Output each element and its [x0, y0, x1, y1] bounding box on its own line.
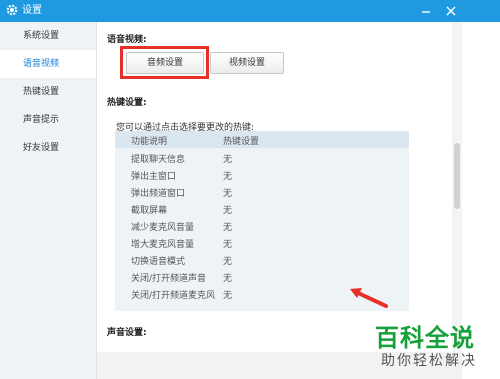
settings-sidebar: 系统设置 语音视频 热键设置 声音提示 好友设置	[0, 22, 97, 379]
row-function: 增大麦克风音量	[131, 240, 195, 250]
column-header-function: 功能说明	[131, 137, 168, 147]
gear-icon	[6, 4, 18, 16]
sidebar-item-system[interactable]: 系统设置	[0, 22, 96, 50]
row-function: 关闭/打开频道麦克风	[131, 291, 216, 301]
column-header-hotkey: 热键设置	[223, 137, 260, 147]
table-row[interactable]: 弹出频道窗口 无	[115, 183, 409, 200]
table-row[interactable]: 增大麦克风音量 无	[115, 234, 409, 251]
watermark-logo: 百科全说 助你轻松解决	[370, 316, 500, 379]
hotkeys-title: 热键设置:	[107, 98, 147, 108]
row-hotkey: 无	[223, 172, 233, 182]
watermark-title: 百科全说	[375, 324, 475, 352]
video-settings-button[interactable]: 视频设置	[210, 52, 284, 74]
annotation-arrow-icon	[350, 288, 388, 308]
row-function: 减少麦克风音量	[131, 223, 195, 233]
sidebar-item-hotkeys[interactable]: 热键设置	[0, 78, 96, 106]
scrollbar-thumb[interactable]	[454, 143, 460, 209]
audio-settings-button[interactable]: 音频设置	[126, 52, 204, 74]
sidebar-item-sound-alerts[interactable]: 声音提示	[0, 106, 96, 134]
table-row[interactable]: 关闭/打开频道声音 无	[115, 268, 409, 285]
close-icon[interactable]	[442, 3, 460, 19]
sidebar-item-friends[interactable]: 好友设置	[0, 134, 96, 162]
minimize-icon[interactable]	[418, 3, 434, 19]
title-bar: 设置	[0, 0, 500, 22]
row-hotkey: 无	[223, 240, 233, 250]
row-hotkey: 无	[223, 257, 233, 267]
row-hotkey: 无	[223, 206, 233, 216]
window-title: 设置	[22, 5, 42, 16]
sidebar-item-voice-video[interactable]: 语音视频	[0, 50, 96, 78]
settings-content: 语音视频: 音频设置 视频设置 热键设置: 您可以通过点击选择要更改的热键: 功…	[97, 22, 452, 352]
row-function: 弹出主窗口	[131, 172, 177, 182]
table-row[interactable]: 弹出主窗口 无	[115, 166, 409, 183]
row-hotkey: 无	[223, 189, 233, 199]
sound-settings-title: 声音设置:	[107, 328, 147, 338]
watermark-subtitle: 助你轻松解决	[381, 353, 477, 369]
row-function: 截取屏幕	[131, 206, 168, 216]
row-hotkey: 无	[223, 155, 233, 165]
row-hotkey: 无	[223, 223, 233, 233]
row-function: 提取聊天信息	[131, 155, 186, 165]
table-row[interactable]: 截取屏幕 无	[115, 200, 409, 217]
row-function: 弹出频道窗口	[131, 189, 186, 199]
table-row[interactable]: 切换语音模式 无	[115, 251, 409, 268]
hotkeys-table-header: 功能说明 热键设置	[115, 131, 409, 148]
table-row[interactable]: 提取聊天信息 无	[115, 149, 409, 166]
row-hotkey: 无	[223, 291, 233, 301]
content-scrollbar[interactable]	[452, 22, 462, 352]
row-function: 关闭/打开频道声音	[131, 274, 207, 284]
row-hotkey: 无	[223, 274, 233, 284]
table-row[interactable]: 减少麦克风音量 无	[115, 217, 409, 234]
row-function: 切换语音模式	[131, 257, 186, 267]
hotkeys-table: 功能说明 热键设置 提取聊天信息 无 弹出主窗口 无 弹出频道窗口 无 截取屏幕…	[115, 131, 409, 311]
voice-video-title: 语音视频:	[107, 35, 147, 45]
